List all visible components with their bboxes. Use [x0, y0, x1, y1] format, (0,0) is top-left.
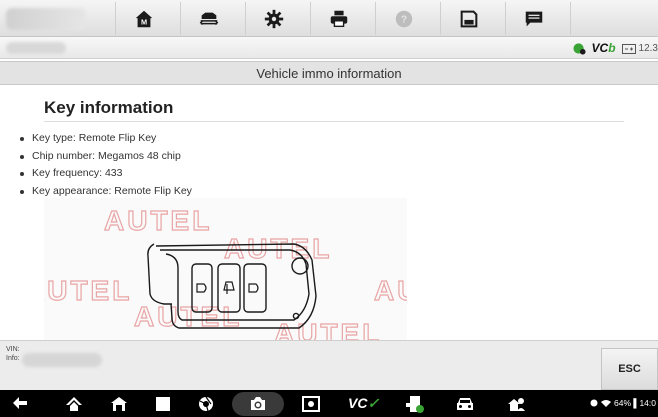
page-title-bar: Vehicle immo information: [0, 61, 658, 85]
android-home-icon: [66, 397, 82, 411]
brightness-icon: [302, 396, 320, 412]
car-swap-icon: [199, 12, 218, 25]
vehicle-connect-button[interactable]: [404, 393, 426, 415]
camera-icon: [251, 397, 265, 410]
save-icon: [460, 10, 477, 27]
vin-label: VIN:: [6, 346, 20, 353]
back-icon: [13, 397, 27, 409]
watermark-text: AUTEL: [374, 275, 407, 306]
heading-divider: [44, 121, 624, 122]
watermark-text: AUTEL: [224, 233, 332, 264]
print-button[interactable]: [310, 2, 366, 35]
key-type-item: Key type: Remote Flip Key: [20, 130, 192, 148]
help-button[interactable]: ?: [375, 2, 431, 35]
remote-expert-button[interactable]: [505, 393, 527, 415]
notification-icon: [590, 399, 598, 407]
help-icon: ?: [395, 10, 412, 27]
autel-home-icon: [111, 397, 127, 411]
battery-voltage: 12.3: [638, 42, 658, 54]
home-button[interactable]: M: [115, 2, 171, 35]
esc-button[interactable]: ESC: [601, 348, 658, 390]
main-content: Key information Key type: Remote Flip Ke…: [0, 85, 658, 340]
watermark-text: AUTEL: [274, 318, 382, 340]
top-toolbar: M ?: [0, 0, 658, 37]
home-icon: M: [135, 10, 152, 27]
key-info-list: Key type: Remote Flip Key Chip number: M…: [20, 130, 192, 200]
svg-text:M: M: [140, 17, 146, 26]
back-button[interactable]: [9, 393, 31, 415]
footer-bar: VIN: Info: ESC: [0, 340, 658, 390]
blurred-vin-value: [22, 353, 102, 367]
car-icon: [457, 398, 473, 410]
wifi-icon: [601, 400, 612, 407]
page-title: Vehicle immo information: [256, 65, 402, 81]
browser-icon: [199, 396, 213, 412]
battery-indicator: 12.3: [621, 42, 658, 54]
recent-apps-button[interactable]: [152, 393, 174, 415]
autel-home-button[interactable]: [108, 393, 130, 415]
section-heading: Key information: [44, 98, 174, 117]
toolbar-spacer: [570, 2, 658, 35]
key-appearance-image: AUTEL AUTEL AUTEL AUTEL AUTEL AUTEL: [44, 198, 407, 340]
blurred-logo: [6, 8, 86, 30]
settings-button[interactable]: [245, 2, 301, 35]
status-strip: VCb 12.3: [0, 37, 658, 59]
vehicle-connect-icon: [406, 396, 424, 413]
save-button[interactable]: [440, 2, 496, 35]
system-nav-bar: VC✓ 64% ▌14:0: [0, 390, 658, 417]
vci-nav-button[interactable]: VC✓: [348, 395, 379, 412]
network-icon: [572, 42, 586, 55]
key-frequency-item: Key frequency: 433: [20, 165, 192, 183]
status-icons: VCb 12.3: [572, 40, 658, 56]
blurred-status-text: [6, 42, 66, 54]
display-settings-button[interactable]: [300, 393, 322, 415]
message-icon: [525, 11, 542, 26]
recent-apps-icon: [156, 397, 170, 411]
app-window: M ? VCb 12.3 Vehicle immo information Ke…: [0, 0, 658, 417]
battery-time-text: 64% ▌14:0: [614, 398, 656, 408]
vehicle-menu-button[interactable]: [454, 393, 476, 415]
remote-flip-key-illustration: AUTEL AUTEL AUTEL AUTEL AUTEL AUTEL: [44, 204, 407, 340]
browser-button[interactable]: [195, 393, 217, 415]
battery-icon: [621, 43, 636, 54]
svg-text:?: ?: [400, 14, 406, 25]
chip-number-item: Chip number: Megamos 48 chip: [20, 148, 192, 166]
vehicle-swap-button[interactable]: [180, 2, 236, 35]
gear-icon: [264, 9, 283, 28]
printer-icon: [330, 10, 347, 27]
vci-connection-indicator: VCb: [591, 41, 616, 55]
system-status: 64% ▌14:0: [590, 398, 656, 408]
data-logging-button[interactable]: [505, 2, 561, 35]
watermark-text: AUTEL: [44, 275, 132, 306]
vin-info-labels: VIN: Info:: [6, 345, 20, 363]
info-label: Info:: [6, 355, 20, 362]
vci-check-icon: ✓: [367, 395, 380, 411]
remote-expert-icon: [508, 398, 525, 411]
watermark-text: AUTEL: [104, 205, 212, 236]
home-nav-button[interactable]: [63, 393, 85, 415]
screenshot-button[interactable]: [247, 393, 269, 415]
